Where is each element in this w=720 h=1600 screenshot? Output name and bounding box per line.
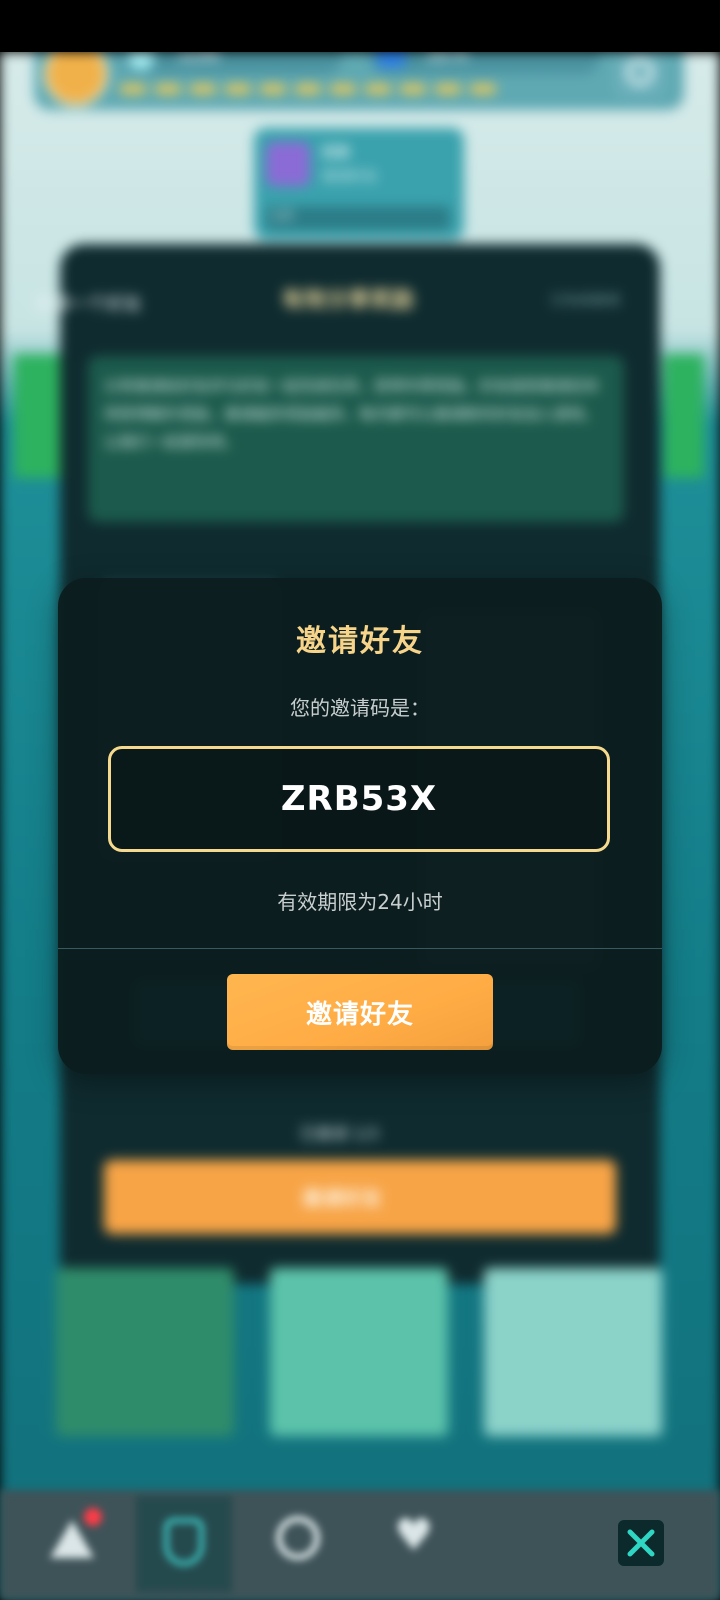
dialog-title: 邀请好友 xyxy=(296,624,424,659)
progress-segment xyxy=(225,84,251,94)
nav-warning[interactable] xyxy=(40,1508,102,1570)
reward-tile xyxy=(56,1268,234,1436)
progress-segment xyxy=(120,84,146,94)
quest-progress-text: 1/3 xyxy=(272,209,293,224)
side-decoration-right xyxy=(664,354,704,478)
quest-progress xyxy=(266,206,450,230)
warning-icon xyxy=(50,1520,94,1558)
gem-resource[interactable] xyxy=(122,52,342,74)
bottom-nav: ♥ xyxy=(0,1490,720,1600)
nav-shield[interactable] xyxy=(136,1496,232,1592)
invite-code: ZRB53X xyxy=(280,779,438,819)
progress-segment xyxy=(295,84,321,94)
hud-progress-bar xyxy=(120,84,600,98)
divider xyxy=(58,948,662,949)
game-screen: 3246 1874 任务 邀请好友 1/3 邀请一个好友 有效分享奖励 已完成邀… xyxy=(0,0,720,1600)
progress-segment xyxy=(470,84,496,94)
panel-description: 分享邀请给好友并与好友一起完成任务，获得丰厚奖励。好友接受邀请后你将获得额外奖励… xyxy=(104,377,600,451)
background-invite-label: 邀请好友 xyxy=(302,1186,382,1210)
gem-value: 3246 xyxy=(178,52,220,64)
invite-code-box[interactable]: ZRB53X xyxy=(108,746,610,852)
panel-left-label: 邀请一个好友 xyxy=(34,294,142,315)
quest-title: 任务 xyxy=(322,145,350,161)
energy-value: 1874 xyxy=(426,52,468,64)
side-decoration-left xyxy=(14,354,60,478)
shield-icon xyxy=(164,1518,204,1566)
progress-segment xyxy=(330,84,356,94)
heart-icon: ♥ xyxy=(394,1510,434,1561)
invite-count-text: 已邀请 1/3 xyxy=(300,1124,379,1143)
progress-segment xyxy=(260,84,286,94)
reward-tile xyxy=(270,1268,448,1436)
progress-segment xyxy=(365,84,391,94)
panel-right-label: 已完成邀请 xyxy=(550,293,620,309)
panel-title: 有效分享奖励 xyxy=(282,288,415,313)
compass-icon xyxy=(276,1516,320,1560)
validity-note: 有效期限为24小时 xyxy=(277,890,443,914)
energy-icon xyxy=(376,52,406,68)
invite-code-label: 您的邀请码是： xyxy=(290,696,430,720)
progress-segment xyxy=(190,84,216,94)
invite-friend-button[interactable]: 邀请好友 xyxy=(227,974,493,1050)
notification-dot xyxy=(84,1508,102,1526)
progress-segment xyxy=(435,84,461,94)
status-bar xyxy=(0,0,720,52)
quest-icon xyxy=(266,142,310,186)
nav-heart[interactable]: ♥ xyxy=(388,1510,448,1570)
close-x-icon xyxy=(627,1529,655,1557)
gear-icon xyxy=(626,58,654,86)
close-button[interactable] xyxy=(618,1520,664,1566)
reward-tile xyxy=(484,1268,662,1436)
progress-segment xyxy=(400,84,426,94)
invite-friend-dialog: 邀请好友 您的邀请码是： ZRB53X 有效期限为24小时 邀请好友 xyxy=(58,578,662,1074)
quest-subtitle: 邀请好友 xyxy=(322,169,378,185)
progress-segment xyxy=(155,84,181,94)
nav-compass[interactable] xyxy=(268,1510,328,1570)
